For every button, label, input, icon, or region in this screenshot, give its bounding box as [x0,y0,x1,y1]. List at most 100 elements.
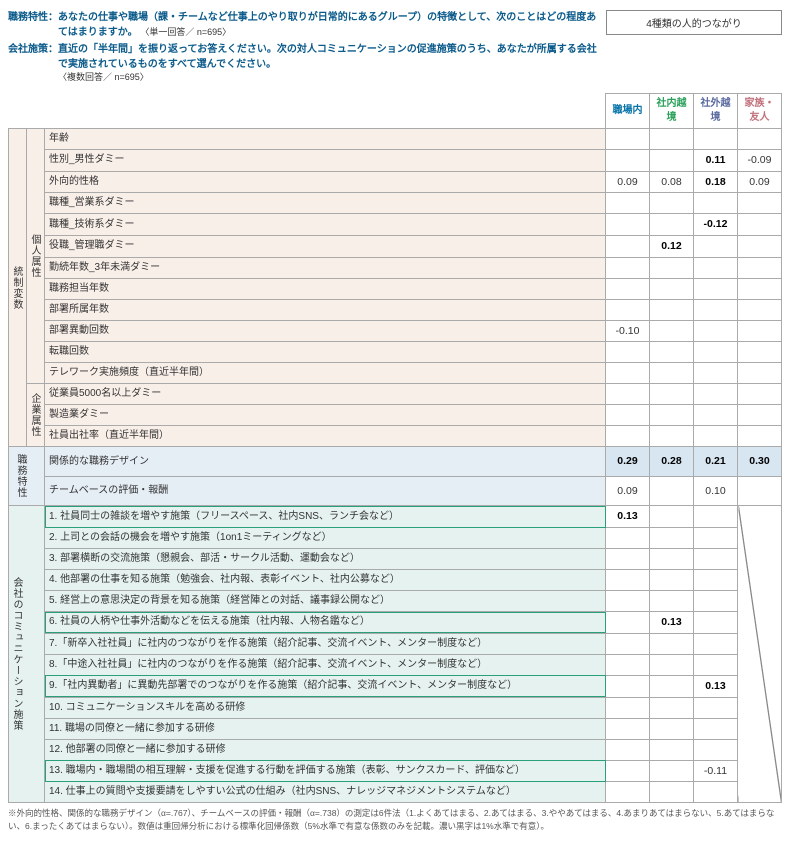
value-cell: -0.10 [606,320,650,342]
value-cell [650,405,694,426]
footnote: ※外向的性格、関係的な職務デザイン（α=.767）、チームベースの評価・報酬（α… [8,807,782,833]
row-label: 役職_管理職ダミー [45,236,606,258]
row-label: 10. コミュニケーションスキルを高める研修 [45,697,606,718]
q2-text: 直近の「半年間」を振り返ってお答えください。次の対人コミュニケーションの促進施策… [58,40,602,83]
value-cell [606,782,650,803]
value-cell [650,697,694,718]
value-cell [694,299,738,320]
value-cell [606,214,650,236]
value-cell [650,426,694,447]
row-label: 13. 職場内・職場間の相互理解・支援を促進する行動を評価する施策（表彰、サンク… [45,760,606,782]
value-cell [650,193,694,214]
row-label: 従業員5000名以上ダミー [45,384,606,405]
col-header-3: 社外越境 [694,94,738,129]
value-cell [650,278,694,299]
value-cell [694,591,738,612]
value-cell [694,528,738,549]
header-top: 4種類の人的つながり [606,10,782,35]
value-cell [694,384,738,405]
value-cell [650,299,694,320]
value-cell [606,591,650,612]
col-header-1: 職場内 [606,94,650,129]
row-label: 7.「新卒入社社員」に社内のつながりを作る施策（紹介記事、交流イベント、メンター… [45,633,606,654]
value-cell [606,654,650,675]
value-cell [606,549,650,570]
value-cell [738,363,782,384]
value-cell [650,718,694,739]
value-cell: 0.21 [694,447,738,477]
value-cell [738,320,782,342]
value-cell [738,426,782,447]
value-cell: 0.30 [738,447,782,477]
value-cell: -0.09 [738,150,782,172]
value-cell [694,506,738,528]
q1-label: 職務特性： [8,8,58,23]
value-cell [650,549,694,570]
value-cell: 0.08 [650,171,694,193]
value-cell [650,257,694,278]
value-cell [650,654,694,675]
row-label: 11. 職場の同僚と一緒に参加する研修 [45,718,606,739]
value-cell [650,214,694,236]
value-cell [606,739,650,760]
row-label: 勤続年数_3年未満ダミー [45,257,606,278]
value-cell [738,384,782,405]
value-cell [694,257,738,278]
value-cell [606,633,650,654]
value-cell [606,342,650,363]
value-cell [694,739,738,760]
value-cell [650,633,694,654]
value-cell [650,506,694,528]
row-label: 2. 上司との会話の機会を増やす施策（1on1ミーティングなど） [45,528,606,549]
row-label: 転職回数 [45,342,606,363]
value-cell [606,278,650,299]
value-cell [606,363,650,384]
value-cell [650,570,694,591]
value-cell [650,782,694,803]
value-cell [606,612,650,634]
group-label: 職務特性 [9,447,45,506]
value-cell [738,214,782,236]
value-cell [606,760,650,782]
value-cell: 0.09 [738,171,782,193]
value-cell [650,384,694,405]
value-cell: 0.29 [606,447,650,477]
value-cell [694,633,738,654]
row-label: 9.「社内異動者」に異動先部署でのつながりを作る施策（紹介記事、交流イベント、メ… [45,675,606,697]
value-cell [606,299,650,320]
value-cell [694,363,738,384]
row-label: 外向的性格 [45,171,606,193]
value-cell [694,570,738,591]
value-cell [650,150,694,172]
q2-label: 会社施策： [8,40,58,55]
value-cell [694,612,738,634]
row-label: 14. 仕事上の質問や支援要請をしやすい公式の仕組み（社内SNS、ナレッジマネジ… [45,782,606,803]
col-header-4: 家族・友人 [738,94,782,129]
value-cell [650,476,694,506]
value-cell [650,363,694,384]
value-cell [650,528,694,549]
value-cell: -0.12 [694,214,738,236]
value-cell: -0.11 [694,760,738,782]
value-cell [650,739,694,760]
value-cell [694,236,738,258]
group-label: 個人属性 [27,129,45,384]
value-cell: 0.13 [694,675,738,697]
na-cell [738,506,782,803]
value-cell [650,675,694,697]
value-cell: 0.12 [650,236,694,258]
value-cell [650,129,694,150]
group-label: 会社のコミュニケーション施策 [9,506,45,803]
value-cell [606,675,650,697]
q1-text: あなたの仕事や職場（課・チームなど仕事上のやり取りが日常的にあるグループ）の特徴… [58,8,602,38]
row-label: 6. 社員の人柄や仕事外活動などを伝える施策（社内報、人物名鑑など） [45,612,606,634]
value-cell [694,320,738,342]
value-cell [738,236,782,258]
value-cell [606,150,650,172]
value-cell [606,405,650,426]
value-cell: 0.11 [694,150,738,172]
row-label: 年齢 [45,129,606,150]
value-cell [606,718,650,739]
value-cell [606,570,650,591]
row-label: 職種_技術系ダミー [45,214,606,236]
